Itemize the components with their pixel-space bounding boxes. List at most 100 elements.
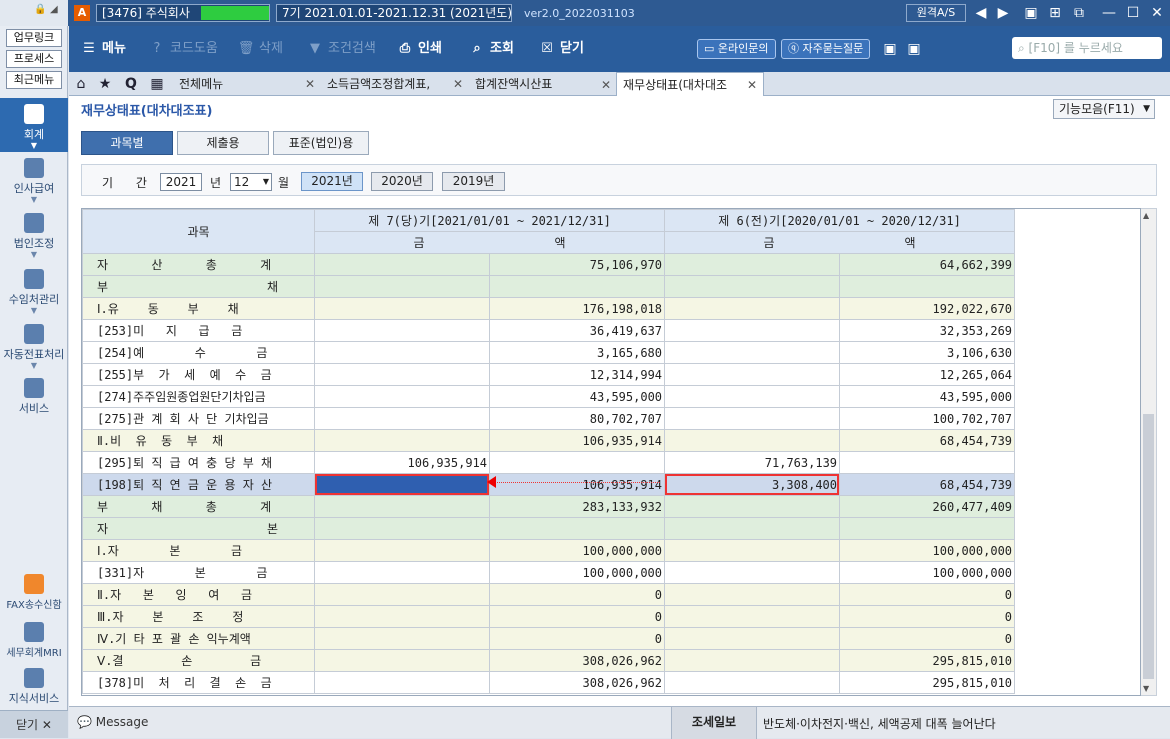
- previous-debit-cell[interactable]: [664, 561, 841, 584]
- current-debit-cell[interactable]: 106,935,914: [314, 451, 490, 474]
- table-row[interactable]: [253]미 지 급 금 36,419,637 32,353,269: [82, 319, 1016, 342]
- current-amount-cell[interactable]: 3,165,680: [488, 341, 666, 364]
- current-amount-cell[interactable]: 106,935,914: [488, 429, 666, 452]
- current-debit-cell[interactable]: [314, 649, 490, 672]
- current-amount-cell[interactable]: 308,026,962: [488, 671, 666, 694]
- month-select[interactable]: 12 ▼: [230, 173, 272, 191]
- table-row[interactable]: 부 채: [82, 275, 1016, 298]
- current-amount-cell[interactable]: 308,026,962: [488, 649, 666, 672]
- table-row[interactable]: Ⅰ.자 본 금 100,000,000 100,000,000: [82, 539, 1016, 562]
- current-debit-cell[interactable]: [314, 341, 490, 364]
- forward-arrow-icon[interactable]: ▶: [994, 4, 1012, 22]
- previous-debit-cell[interactable]: [664, 319, 841, 342]
- tab-close-icon[interactable]: ✕: [305, 72, 315, 96]
- previous-amount-cell[interactable]: 192,022,670: [839, 297, 1016, 320]
- year-2021-button[interactable]: 2021년: [301, 172, 363, 191]
- account-cell[interactable]: [253]미 지 급 금: [82, 319, 315, 342]
- screen-icon-1[interactable]: ▣: [881, 40, 899, 58]
- current-amount-cell[interactable]: 100,000,000: [488, 539, 666, 562]
- account-cell[interactable]: Ⅱ.비 유 동 부 채: [82, 429, 315, 452]
- current-debit-cell[interactable]: [314, 297, 490, 320]
- current-amount-cell[interactable]: 12,314,994: [488, 363, 666, 386]
- account-cell[interactable]: [378]미 처 리 결 손 금: [82, 671, 315, 694]
- account-cell[interactable]: 부 채: [82, 275, 315, 298]
- previous-amount-cell[interactable]: 64,662,399: [839, 253, 1016, 276]
- previous-amount-cell[interactable]: 295,815,010: [839, 671, 1016, 694]
- current-amount-cell[interactable]: 43,595,000: [488, 385, 666, 408]
- current-amount-cell[interactable]: 0: [488, 627, 666, 650]
- current-debit-cell[interactable]: [314, 363, 490, 386]
- tab-all-menu[interactable]: 전체메뉴: [173, 72, 293, 96]
- table-row[interactable]: Ⅲ.자 본 조 정 0 0: [82, 605, 1016, 628]
- sidebar-item-auto-voucher[interactable]: 자동전표처리 ▼: [0, 324, 68, 370]
- previous-amount-cell[interactable]: 0: [839, 583, 1016, 606]
- previous-amount-cell[interactable]: 12,265,064: [839, 363, 1016, 386]
- scroll-down-icon[interactable]: ▼: [1143, 684, 1149, 693]
- previous-debit-cell[interactable]: [664, 671, 841, 694]
- current-amount-cell[interactable]: [488, 451, 666, 474]
- previous-amount-cell[interactable]: 68,454,739: [839, 429, 1016, 452]
- account-cell[interactable]: Ⅲ.자 본 조 정: [82, 605, 315, 628]
- print-button[interactable]: ⎙ 인쇄: [395, 38, 442, 60]
- year-2019-button[interactable]: 2019년: [442, 172, 505, 191]
- account-cell[interactable]: [255]부 가 세 예 수 금: [82, 363, 315, 386]
- previous-amount-cell[interactable]: 100,000,000: [839, 561, 1016, 584]
- previous-debit-cell[interactable]: [664, 429, 841, 452]
- tab-close-icon[interactable]: ✕: [453, 72, 463, 96]
- previous-amount-cell[interactable]: 0: [839, 627, 1016, 650]
- previous-debit-cell[interactable]: [664, 539, 841, 562]
- close-button[interactable]: ☒ 닫기: [537, 38, 584, 60]
- minimize-icon[interactable]: —: [1100, 4, 1118, 22]
- sidebar-item-corp-adjust[interactable]: 법인조정 ▼: [0, 213, 68, 259]
- previous-debit-cell[interactable]: [664, 385, 841, 408]
- account-cell[interactable]: Ⅱ.자 본 잉 여 금: [82, 583, 315, 606]
- account-cell[interactable]: 부 채 총 계: [82, 495, 315, 518]
- sidebar-item-payroll[interactable]: 인사급여 ▼: [0, 158, 68, 204]
- account-cell[interactable]: [275]관 계 회 사 단 기차입금: [82, 407, 315, 430]
- scroll-up-icon[interactable]: ▲: [1143, 211, 1149, 220]
- current-debit-cell[interactable]: [314, 605, 490, 628]
- tab-close-icon[interactable]: ✕: [747, 73, 757, 97]
- previous-amount-cell[interactable]: 295,815,010: [839, 649, 1016, 672]
- current-debit-cell[interactable]: [314, 561, 490, 584]
- previous-debit-cell[interactable]: 71,763,139: [664, 451, 841, 474]
- account-cell[interactable]: [254]예 수 금: [82, 341, 315, 364]
- table-row[interactable]: Ⅳ.기 타 포 괄 손 익누계액 0 0: [82, 627, 1016, 650]
- recent-menu-button[interactable]: 최근메뉴: [6, 71, 62, 89]
- lookup-button[interactable]: ⌕ 조회: [467, 38, 514, 60]
- tab-close-icon[interactable]: ✕: [601, 73, 611, 97]
- table-row[interactable]: [378]미 처 리 결 손 금 308,026,962 295,815,010: [82, 671, 1016, 694]
- remote-support-button[interactable]: 원격A/S: [906, 4, 966, 22]
- account-cell[interactable]: [331]자 본 금: [82, 561, 315, 584]
- table-row[interactable]: [274]주주임원종업원단기차입금 43,595,000 43,595,000: [82, 385, 1016, 408]
- current-debit-cell[interactable]: [314, 539, 490, 562]
- grid-icon[interactable]: ⊞: [1046, 4, 1064, 22]
- previous-debit-cell[interactable]: [664, 341, 841, 364]
- previous-debit-cell[interactable]: [664, 605, 841, 628]
- table-row[interactable]: 부 채 총 계 283,133,932 260,477,409: [82, 495, 1016, 518]
- current-debit-cell[interactable]: [314, 671, 490, 694]
- current-debit-cell[interactable]: [314, 385, 490, 408]
- star-icon[interactable]: ★: [95, 72, 115, 96]
- sidebar-item-knowledge[interactable]: 지식서비스: [0, 668, 68, 706]
- year-2020-button[interactable]: 2020년: [371, 172, 433, 191]
- delete-button[interactable]: 🗑 삭제: [236, 38, 283, 60]
- account-cell[interactable]: [295]퇴 직 급 여 충 당 부 채: [82, 451, 315, 474]
- table-row[interactable]: 자 본: [82, 517, 1016, 540]
- previous-debit-cell[interactable]: [664, 363, 841, 386]
- tab-trial-balance[interactable]: ✕ 합계잔액시산표: [453, 72, 609, 96]
- screen-icon-2[interactable]: ▣: [905, 40, 923, 58]
- previous-debit-cell[interactable]: [664, 275, 841, 298]
- subtab-submission[interactable]: 제출용: [177, 131, 269, 155]
- current-amount-cell[interactable]: 0: [488, 605, 666, 628]
- previous-amount-cell[interactable]: 43,595,000: [839, 385, 1016, 408]
- previous-debit-cell[interactable]: 3,308,400: [664, 473, 841, 496]
- current-debit-cell[interactable]: [314, 517, 490, 540]
- table-row[interactable]: 자 산 총 계 75,106,970 64,662,399: [82, 253, 1016, 276]
- previous-debit-cell[interactable]: [664, 627, 841, 650]
- previous-amount-cell[interactable]: 32,353,269: [839, 319, 1016, 342]
- code-help-button[interactable]: ? 코드도움: [147, 38, 218, 60]
- pin-icon[interactable]: ◢: [50, 4, 58, 15]
- current-debit-cell[interactable]: [314, 275, 490, 298]
- current-amount-cell[interactable]: 75,106,970: [488, 253, 666, 276]
